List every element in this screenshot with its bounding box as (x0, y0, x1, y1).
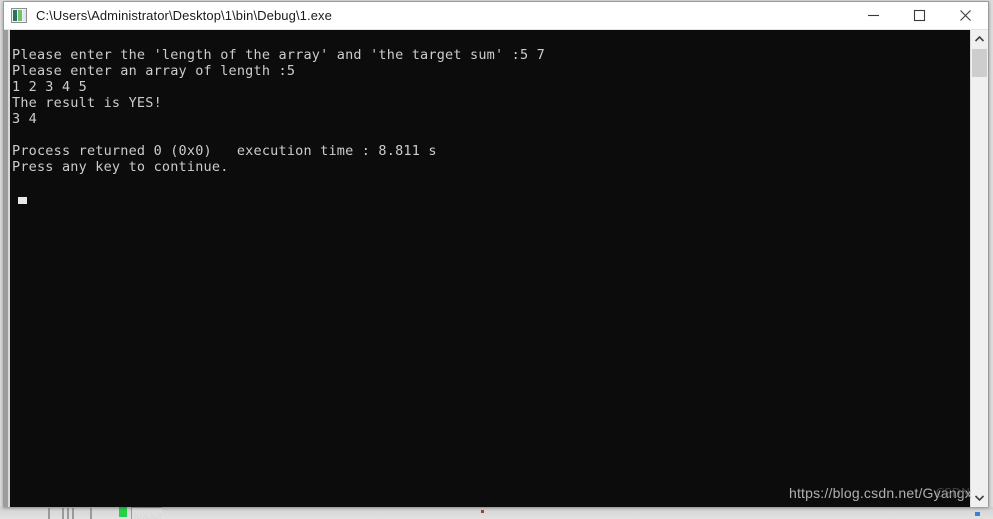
console-window: C:\Users\Administrator\Desktop\1\bin\Deb… (3, 1, 989, 507)
close-icon (959, 10, 971, 21)
chevron-up-icon (975, 36, 984, 42)
vertical-scrollbar[interactable] (970, 30, 988, 507)
minimize-icon (867, 14, 879, 17)
minimize-button[interactable] (850, 2, 896, 29)
chevron-down-icon (975, 495, 984, 501)
console-output-area[interactable]: Please enter the 'length of the array' a… (10, 30, 970, 507)
console-cursor (18, 197, 27, 204)
taskbar-green-indicator (119, 507, 127, 517)
taskbar-red-dot (481, 510, 484, 513)
taskbar-tick (48, 508, 50, 519)
window-titlebar[interactable]: C:\Users\Administrator\Desktop\1\bin\Deb… (4, 2, 988, 30)
window-controls (850, 2, 988, 29)
console-output-text: Please enter the 'length of the array' a… (12, 46, 545, 175)
taskbar-tick (62, 508, 64, 519)
desktop-background: C:\Users\Administrator\Desktop\1\bin\Deb… (0, 0, 993, 519)
taskbar-tick (67, 508, 69, 519)
scrollbar-track[interactable] (971, 48, 988, 489)
window-title: C:\Users\Administrator\Desktop\1\bin\Deb… (36, 8, 332, 23)
taskbar-window-thumb (131, 507, 162, 519)
taskbar-blue-dot (975, 512, 980, 516)
maximize-icon (913, 9, 925, 22)
close-button[interactable] (942, 2, 988, 29)
taskbar-tick (90, 508, 92, 519)
scrollbar-thumb[interactable] (972, 49, 987, 77)
watermark-badge: CSDN (935, 486, 970, 500)
taskbar-tick (72, 508, 74, 519)
scroll-down-arrow[interactable] (971, 489, 988, 507)
console-body: Please enter the 'length of the array' a… (4, 30, 988, 507)
scroll-up-arrow[interactable] (971, 30, 988, 48)
console-app-icon (11, 8, 27, 23)
maximize-button[interactable] (896, 2, 942, 29)
